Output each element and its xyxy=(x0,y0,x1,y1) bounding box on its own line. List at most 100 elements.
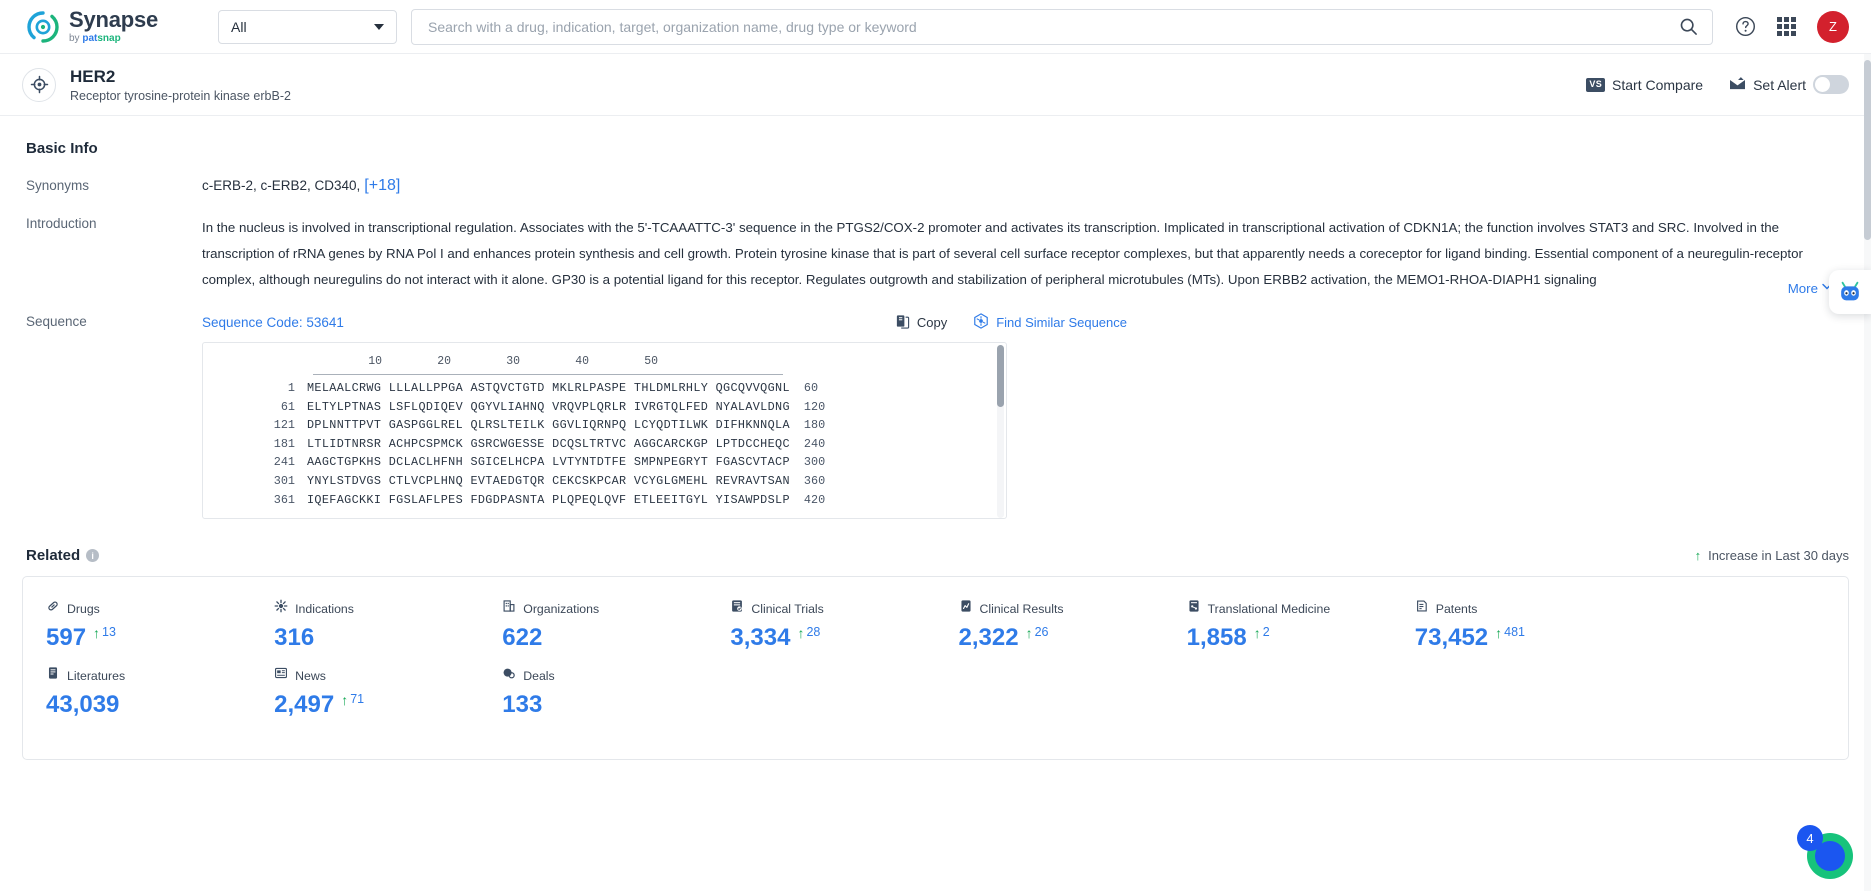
sequence-toolbar: Sequence Code: 53641 Copy Find Similar S… xyxy=(202,313,1849,332)
set-alert-control[interactable]: Set Alert xyxy=(1729,75,1849,94)
sequence-residues: MELAALCRWG LLLALLPPGA ASTQVCTGTD MKLRLPA… xyxy=(307,381,790,395)
entity-subtitle: Receptor tyrosine-protein kinase erbB-2 xyxy=(70,89,291,104)
sequence-scrollbar[interactable] xyxy=(997,345,1004,518)
sequence-line: 361 IQEFAGCKKI FGSLAFLPES FDGDPASNTA PLQ… xyxy=(203,491,1006,510)
sequence-viewer[interactable]: 10 20 30 40 50 1 MELAALCRWG LLLALLPPGA A… xyxy=(202,342,1007,519)
page-scrollbar[interactable] xyxy=(1864,54,1871,891)
increase-legend-label: Increase in Last 30 days xyxy=(1708,548,1849,563)
metric-delta-value: 2 xyxy=(1262,625,1270,639)
metric-label: Patents xyxy=(1435,601,1478,616)
sequence-line: 1 MELAALCRWG LLLALLPPGA ASTQVCTGTD MKLRL… xyxy=(203,379,1006,398)
logo-tagline: by patsnap xyxy=(69,33,121,44)
app-logo[interactable]: Synapse by patsnap xyxy=(26,9,194,44)
literatures-icon xyxy=(46,666,60,685)
search-icon[interactable] xyxy=(1679,17,1698,36)
introduction-row: Introduction In the nucleus is involved … xyxy=(22,215,1849,296)
metric-indications[interactable]: Indications 316 xyxy=(251,599,479,652)
search-scope-select[interactable]: All xyxy=(218,9,397,44)
basic-info-heading: Basic Info xyxy=(26,140,98,157)
metric-literatures[interactable]: Literatures 43,039 xyxy=(23,666,251,719)
metric-organizations[interactable]: Organizations 622 xyxy=(479,599,707,652)
sequence-start-index: 241 xyxy=(273,455,295,470)
arrow-up-icon: ↑ xyxy=(93,625,101,641)
indications-icon xyxy=(274,599,288,618)
find-similar-icon xyxy=(973,313,989,332)
ai-assistant-button[interactable] xyxy=(1829,270,1871,314)
page-title: HER2 xyxy=(70,66,116,86)
metric-value: 622 xyxy=(502,624,543,651)
metric-translational-medicine[interactable]: Translational Medicine 1,858 ↑ 2 xyxy=(1164,599,1392,652)
related-metrics-card: Drugs 597 ↑ 13 Indications 316 Organizat… xyxy=(22,576,1849,760)
sequence-end-index: 240 xyxy=(803,436,826,451)
sequence-start-index: 361 xyxy=(273,492,295,507)
metric-delta-value: 26 xyxy=(1034,625,1049,639)
global-search-box[interactable] xyxy=(411,8,1713,45)
introduction-label: Introduction xyxy=(26,216,97,231)
metric-label: Clinical Results xyxy=(979,601,1064,616)
metric-news[interactable]: News 2,497 ↑ 71 xyxy=(251,666,479,719)
chevron-down-icon xyxy=(374,23,384,30)
info-icon[interactable]: i xyxy=(86,549,100,562)
metric-label: Indications xyxy=(295,601,354,616)
sequence-line: 181 LTLIDTNRSR ACHPCSPMCK GSRCWGESSE DCQ… xyxy=(203,435,1006,454)
metric-drugs[interactable]: Drugs 597 ↑ 13 xyxy=(23,599,251,652)
sequence-start-index: 301 xyxy=(273,473,295,488)
news-icon xyxy=(274,666,288,685)
page-scrollbar-thumb[interactable] xyxy=(1864,60,1871,240)
metric-patents[interactable]: Patents 73,452 ↑ 481 xyxy=(1392,599,1620,652)
metric-delta-value: 28 xyxy=(806,625,821,639)
alert-envelope-icon xyxy=(1729,76,1746,94)
target-icon xyxy=(22,67,56,102)
copy-sequence-button[interactable]: Copy xyxy=(895,314,947,332)
sequence-ruler-line xyxy=(313,374,783,375)
sequence-row: Sequence Sequence Code: 53641 Copy Find … xyxy=(22,313,1849,519)
metric-value: 133 xyxy=(502,691,543,718)
avatar[interactable]: Z xyxy=(1817,10,1849,43)
introduction-more-link[interactable]: More xyxy=(1761,281,1833,296)
synonyms-more-link[interactable]: [+18] xyxy=(364,177,400,194)
metric-value: 316 xyxy=(274,624,315,651)
metric-label: Translational Medicine xyxy=(1207,601,1331,616)
apps-grid-icon[interactable] xyxy=(1777,17,1796,36)
arrow-up-icon: ↑ xyxy=(1253,625,1261,641)
metric-value: 43,039 xyxy=(46,691,120,718)
find-similar-sequence-button[interactable]: Find Similar Sequence xyxy=(973,313,1127,332)
sequence-line: 301 YNYLSTDVGS CTLVCPLHNQ EVTAEDGTQR CEK… xyxy=(203,472,1006,491)
topbar-actions: Z xyxy=(1735,10,1849,43)
metric-clinical-trials[interactable]: Clinical Trials 3,334 ↑ 28 xyxy=(707,599,935,652)
metric-label: Literatures xyxy=(67,668,126,683)
deals-icon xyxy=(502,666,516,685)
floating-notification-widget[interactable]: 4 xyxy=(1797,825,1857,883)
metric-label: Organizations xyxy=(523,601,600,616)
versus-icon: VS xyxy=(1586,77,1606,92)
sequence-scrollbar-thumb[interactable] xyxy=(997,345,1004,407)
search-input[interactable] xyxy=(426,17,1679,36)
sequence-residues: ELTYLPTNAS LSFLQDIQEV QGYVLIAHNQ VRQVPLQ… xyxy=(307,399,790,414)
entity-header-bar: HER2 Receptor tyrosine-protein kinase er… xyxy=(0,54,1871,116)
metric-clinical-results[interactable]: Clinical Results 2,322 ↑ 26 xyxy=(936,599,1164,652)
sequence-end-index: 120 xyxy=(803,399,826,414)
related-header: Related i ↑ Increase in Last 30 days xyxy=(22,547,1849,564)
metric-value: 2,497 xyxy=(274,691,335,718)
sequence-line: 61 ELTYLPTNAS LSFLQDIQEV QGYVLIAHNQ VRQV… xyxy=(203,398,1006,417)
help-icon[interactable] xyxy=(1735,16,1756,37)
search-scope-value: All xyxy=(231,18,247,35)
synonyms-label: Synonyms xyxy=(26,178,90,193)
sequence-code-link[interactable]: Sequence Code: 53641 xyxy=(202,315,344,330)
synapse-logo-icon xyxy=(26,10,60,44)
set-alert-toggle[interactable] xyxy=(1813,75,1849,94)
find-similar-label: Find Similar Sequence xyxy=(996,315,1127,330)
organizations-icon xyxy=(502,599,516,618)
sequence-residues: DPLNNTTPVT GASPGGLREL QLRSLTEILK GGVLIQR… xyxy=(307,418,790,433)
set-alert-label: Set Alert xyxy=(1753,76,1806,93)
clinical-results-icon xyxy=(959,599,973,618)
metric-delta-value: 481 xyxy=(1504,625,1526,639)
sequence-end-index: 180 xyxy=(803,418,826,433)
metric-label: Deals xyxy=(523,668,555,683)
sequence-ruler: 10 20 30 40 50 xyxy=(313,355,659,368)
metric-deals[interactable]: Deals 133 xyxy=(479,666,707,719)
start-compare-button[interactable]: VS Start Compare xyxy=(1586,77,1703,93)
sequence-end-index: 300 xyxy=(803,455,826,470)
sequence-residues: AAGCTGPKHS DCLACLHFNH SGICELHCPA LVTYNTD… xyxy=(307,455,790,470)
introduction-text: In the nucleus is involved in transcript… xyxy=(202,220,1803,287)
